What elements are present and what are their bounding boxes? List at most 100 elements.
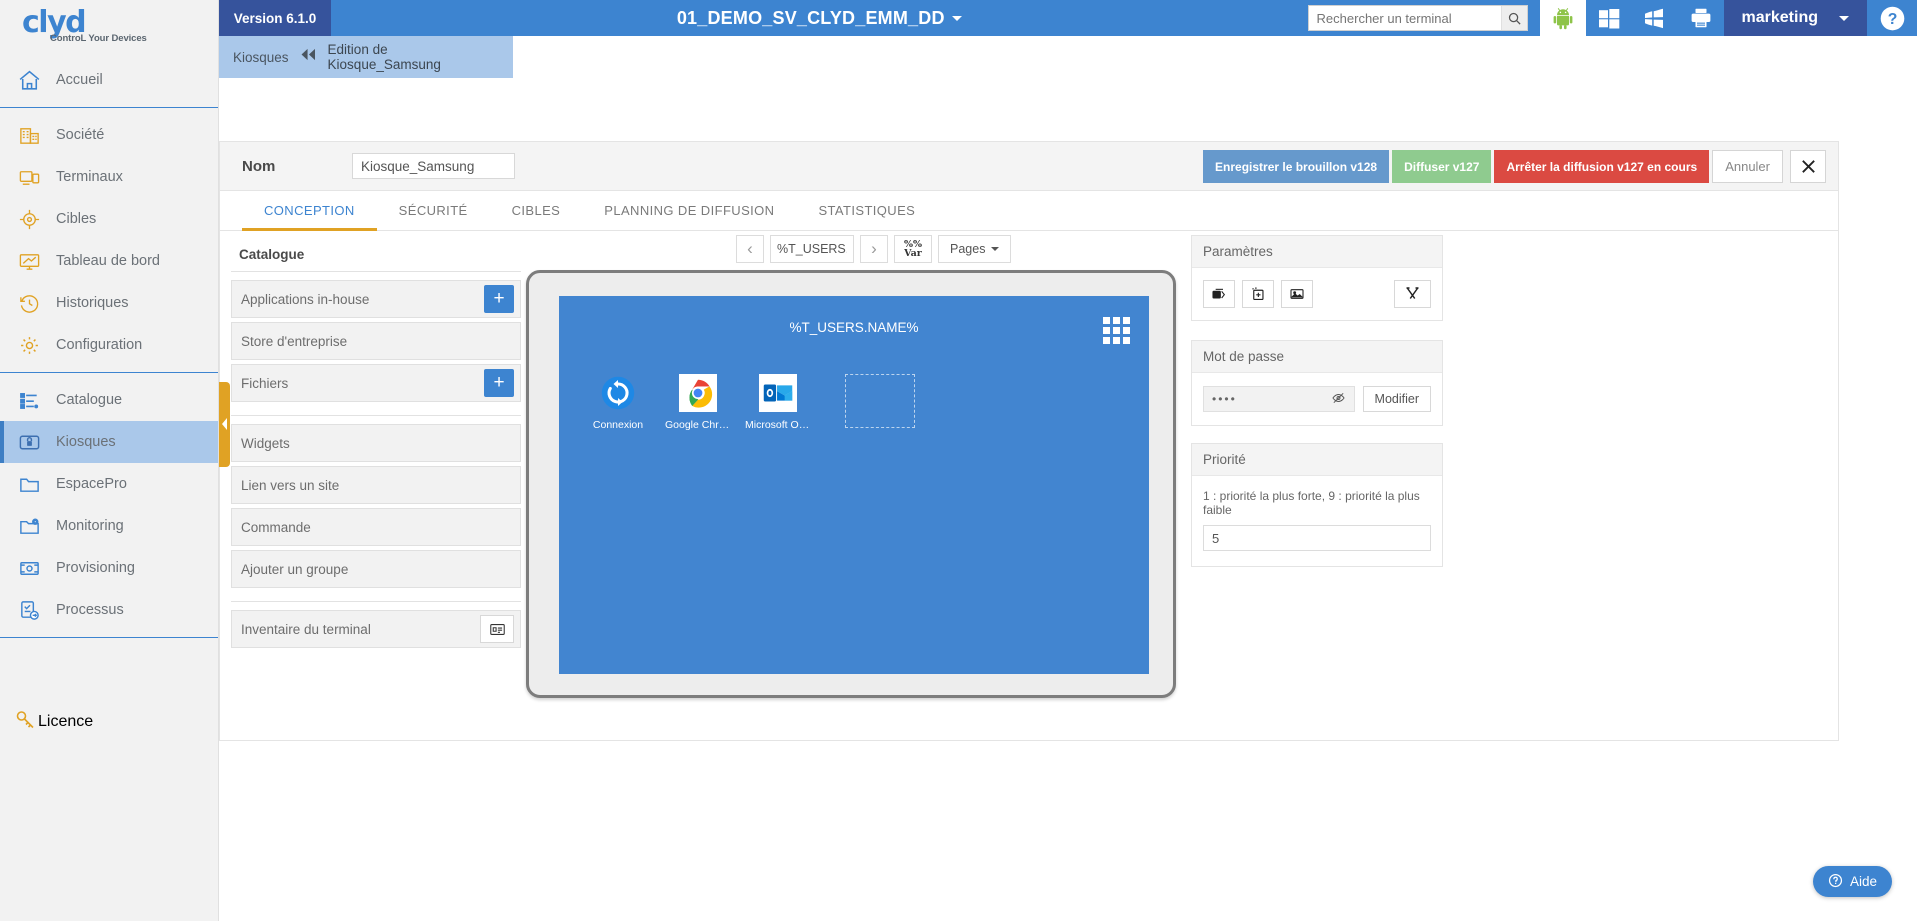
catalogue-item-commande[interactable]: Commande <box>231 508 521 546</box>
cancel-button[interactable]: Annuler <box>1712 150 1783 183</box>
tenant-selector[interactable]: 01_DEMO_SV_CLYD_EMM_DD <box>331 0 1308 36</box>
prev-page-button[interactable]: ‹ <box>736 235 764 263</box>
catalogue-title: Catalogue <box>239 247 305 262</box>
lock-icon <box>14 429 44 455</box>
tenant-name: 01_DEMO_SV_CLYD_EMM_DD <box>676 7 945 28</box>
tab-securite[interactable]: SÉCURITÉ <box>377 191 490 230</box>
windows10-icon[interactable] <box>1586 0 1632 36</box>
connexion-sync-icon <box>599 374 637 412</box>
question-circle-icon <box>1828 873 1843 891</box>
add-file-button[interactable]: + <box>484 369 514 397</box>
kiosk-app-connexion[interactable]: Connexion <box>591 374 645 431</box>
catalog-list-icon <box>14 387 44 413</box>
sidebar-item-monitoring[interactable]: Monitoring <box>0 505 218 547</box>
next-page-button[interactable]: › <box>860 235 888 263</box>
sidebar-group-modules: Catalogue Kiosques EspacePro Monitoring … <box>0 372 218 637</box>
user-menu[interactable]: marketing <box>1723 0 1867 36</box>
catalogue-item-label: Ajouter un groupe <box>241 561 349 577</box>
kiosk-app-google-chrome[interactable]: Google Chro... <box>665 374 731 431</box>
dashboard-icon <box>14 248 44 274</box>
sidebar-item-accueil[interactable]: Accueil <box>0 59 218 101</box>
app-grid-icon[interactable] <box>1103 317 1130 344</box>
sidebar-item-cibles[interactable]: Cibles <box>0 198 218 240</box>
help-fab-button[interactable]: Aide <box>1812 866 1892 897</box>
sidebar-item-processus[interactable]: Processus <box>0 589 218 631</box>
sidebar-item-catalogue[interactable]: Catalogue <box>0 379 218 421</box>
tab-cibles[interactable]: CIBLES <box>490 191 583 230</box>
close-icon[interactable] <box>1790 150 1826 183</box>
home-icon <box>14 67 44 93</box>
sidebar-item-societe[interactable]: Société <box>0 114 218 156</box>
breadcrumb-back-icon[interactable] <box>299 48 318 66</box>
brand-logo[interactable]: clyd ControL Your Devices <box>0 0 218 53</box>
tab-statistiques[interactable]: STATISTIQUES <box>796 191 937 230</box>
page-name-input[interactable] <box>770 235 854 263</box>
sidebar-item-espacepro[interactable]: EspacePro <box>0 463 218 505</box>
add-page-icon[interactable] <box>1242 280 1274 308</box>
catalogue-item-ajouter-un-groupe[interactable]: Ajouter un groupe <box>231 550 521 588</box>
save-draft-button[interactable]: Enregistrer le brouillon v128 <box>1203 150 1390 183</box>
empty-app-slot[interactable] <box>845 374 915 428</box>
sidebar: clyd ControL Your Devices Accueil Sociét… <box>0 0 219 921</box>
modify-password-button[interactable]: Modifier <box>1362 386 1431 412</box>
printer-icon[interactable] <box>1678 0 1724 36</box>
svg-text:?: ? <box>1887 11 1897 28</box>
password-field[interactable]: •••• <box>1203 386 1355 412</box>
breadcrumb-root[interactable]: Kiosques <box>233 50 289 65</box>
pages-dropdown[interactable]: Pages <box>938 235 1012 263</box>
help-fab-label: Aide <box>1849 874 1877 889</box>
breadcrumb-current: Edition de Kiosque_Samsung <box>327 42 441 72</box>
image-icon[interactable] <box>1281 280 1313 308</box>
help-icon[interactable]: ? <box>1867 0 1917 36</box>
catalogue-item-fichiers[interactable]: Fichiers + <box>231 364 521 402</box>
priority-hint: 1 : priorité la plus forte, 9 : priorité… <box>1203 489 1420 517</box>
name-label: Nom <box>242 157 276 175</box>
kiosk-name-input[interactable] <box>352 153 515 179</box>
priority-input[interactable] <box>1203 525 1431 551</box>
kiosk-screen[interactable]: %T_USERS.NAME% Connexion Google Chro... … <box>559 296 1149 674</box>
gear-icon <box>14 332 44 358</box>
user-name: marketing <box>1741 9 1818 26</box>
password-panel: Mot de passe •••• Modifier <box>1191 340 1443 426</box>
catalogue-item-lien-vers-un-site[interactable]: Lien vers un site <box>231 466 521 504</box>
eye-off-icon[interactable] <box>1331 391 1346 408</box>
sidebar-item-kiosques[interactable]: Kiosques <box>0 421 218 463</box>
kiosk-app-label: Connexion <box>592 419 644 431</box>
key-icon <box>14 708 38 737</box>
tools-icon[interactable] <box>1394 280 1431 308</box>
kiosk-screen-title: %T_USERS.NAME% <box>789 320 919 335</box>
sidebar-item-historiques[interactable]: Historiques <box>0 282 218 324</box>
sidebar-item-tableau-de-bord[interactable]: Tableau de bord <box>0 240 218 282</box>
android-icon[interactable] <box>1539 0 1586 36</box>
device-preview-frame: %T_USERS.NAME% Connexion Google Chro... … <box>526 270 1176 698</box>
sidebar-collapse-handle[interactable] <box>219 382 230 467</box>
windows-legacy-icon[interactable] <box>1632 0 1678 36</box>
catalogue-item-applications-in-house[interactable]: Applications in-house + <box>231 280 521 318</box>
inventory-icon[interactable] <box>480 615 514 643</box>
sidebar-item-licence[interactable]: Licence <box>0 701 219 743</box>
terminal-search <box>1307 0 1528 36</box>
folder-gear-icon <box>14 513 44 539</box>
microsoft-outlook-icon <box>759 374 797 412</box>
chevron-down-icon <box>951 15 962 21</box>
catalogue-item-store-entreprise[interactable]: Store d'entreprise <box>231 322 521 360</box>
stop-publish-button[interactable]: Arrêter la diffusion v127 en cours <box>1494 150 1710 183</box>
publish-button[interactable]: Diffuser v127 <box>1392 150 1492 183</box>
sidebar-item-configuration[interactable]: Configuration <box>0 324 218 366</box>
process-icon <box>14 597 44 623</box>
catalogue-item-label: Widgets <box>241 435 290 451</box>
tab-conception[interactable]: CONCEPTION <box>242 191 377 231</box>
sidebar-label: Provisioning <box>56 560 135 576</box>
variables-button[interactable]: %% Var <box>894 235 932 263</box>
kiosk-app-microsoft-outlook[interactable]: Microsoft Ou... <box>745 374 811 431</box>
catalogue-item-widgets[interactable]: Widgets <box>231 424 521 462</box>
catalogue-item-inventaire-du-terminal[interactable]: Inventaire du terminal <box>231 610 521 648</box>
sidebar-item-terminaux[interactable]: Terminaux <box>0 156 218 198</box>
sidebar-group-admin: Société Terminaux Cibles Tableau de bord… <box>0 107 218 372</box>
add-application-button[interactable]: + <box>484 285 514 313</box>
search-button[interactable] <box>1500 6 1527 30</box>
search-input[interactable] <box>1308 6 1501 30</box>
tab-planning-de-diffusion[interactable]: PLANNING DE DIFFUSION <box>582 191 796 230</box>
layers-icon[interactable] <box>1203 280 1235 308</box>
sidebar-item-provisioning[interactable]: Provisioning <box>0 547 218 589</box>
